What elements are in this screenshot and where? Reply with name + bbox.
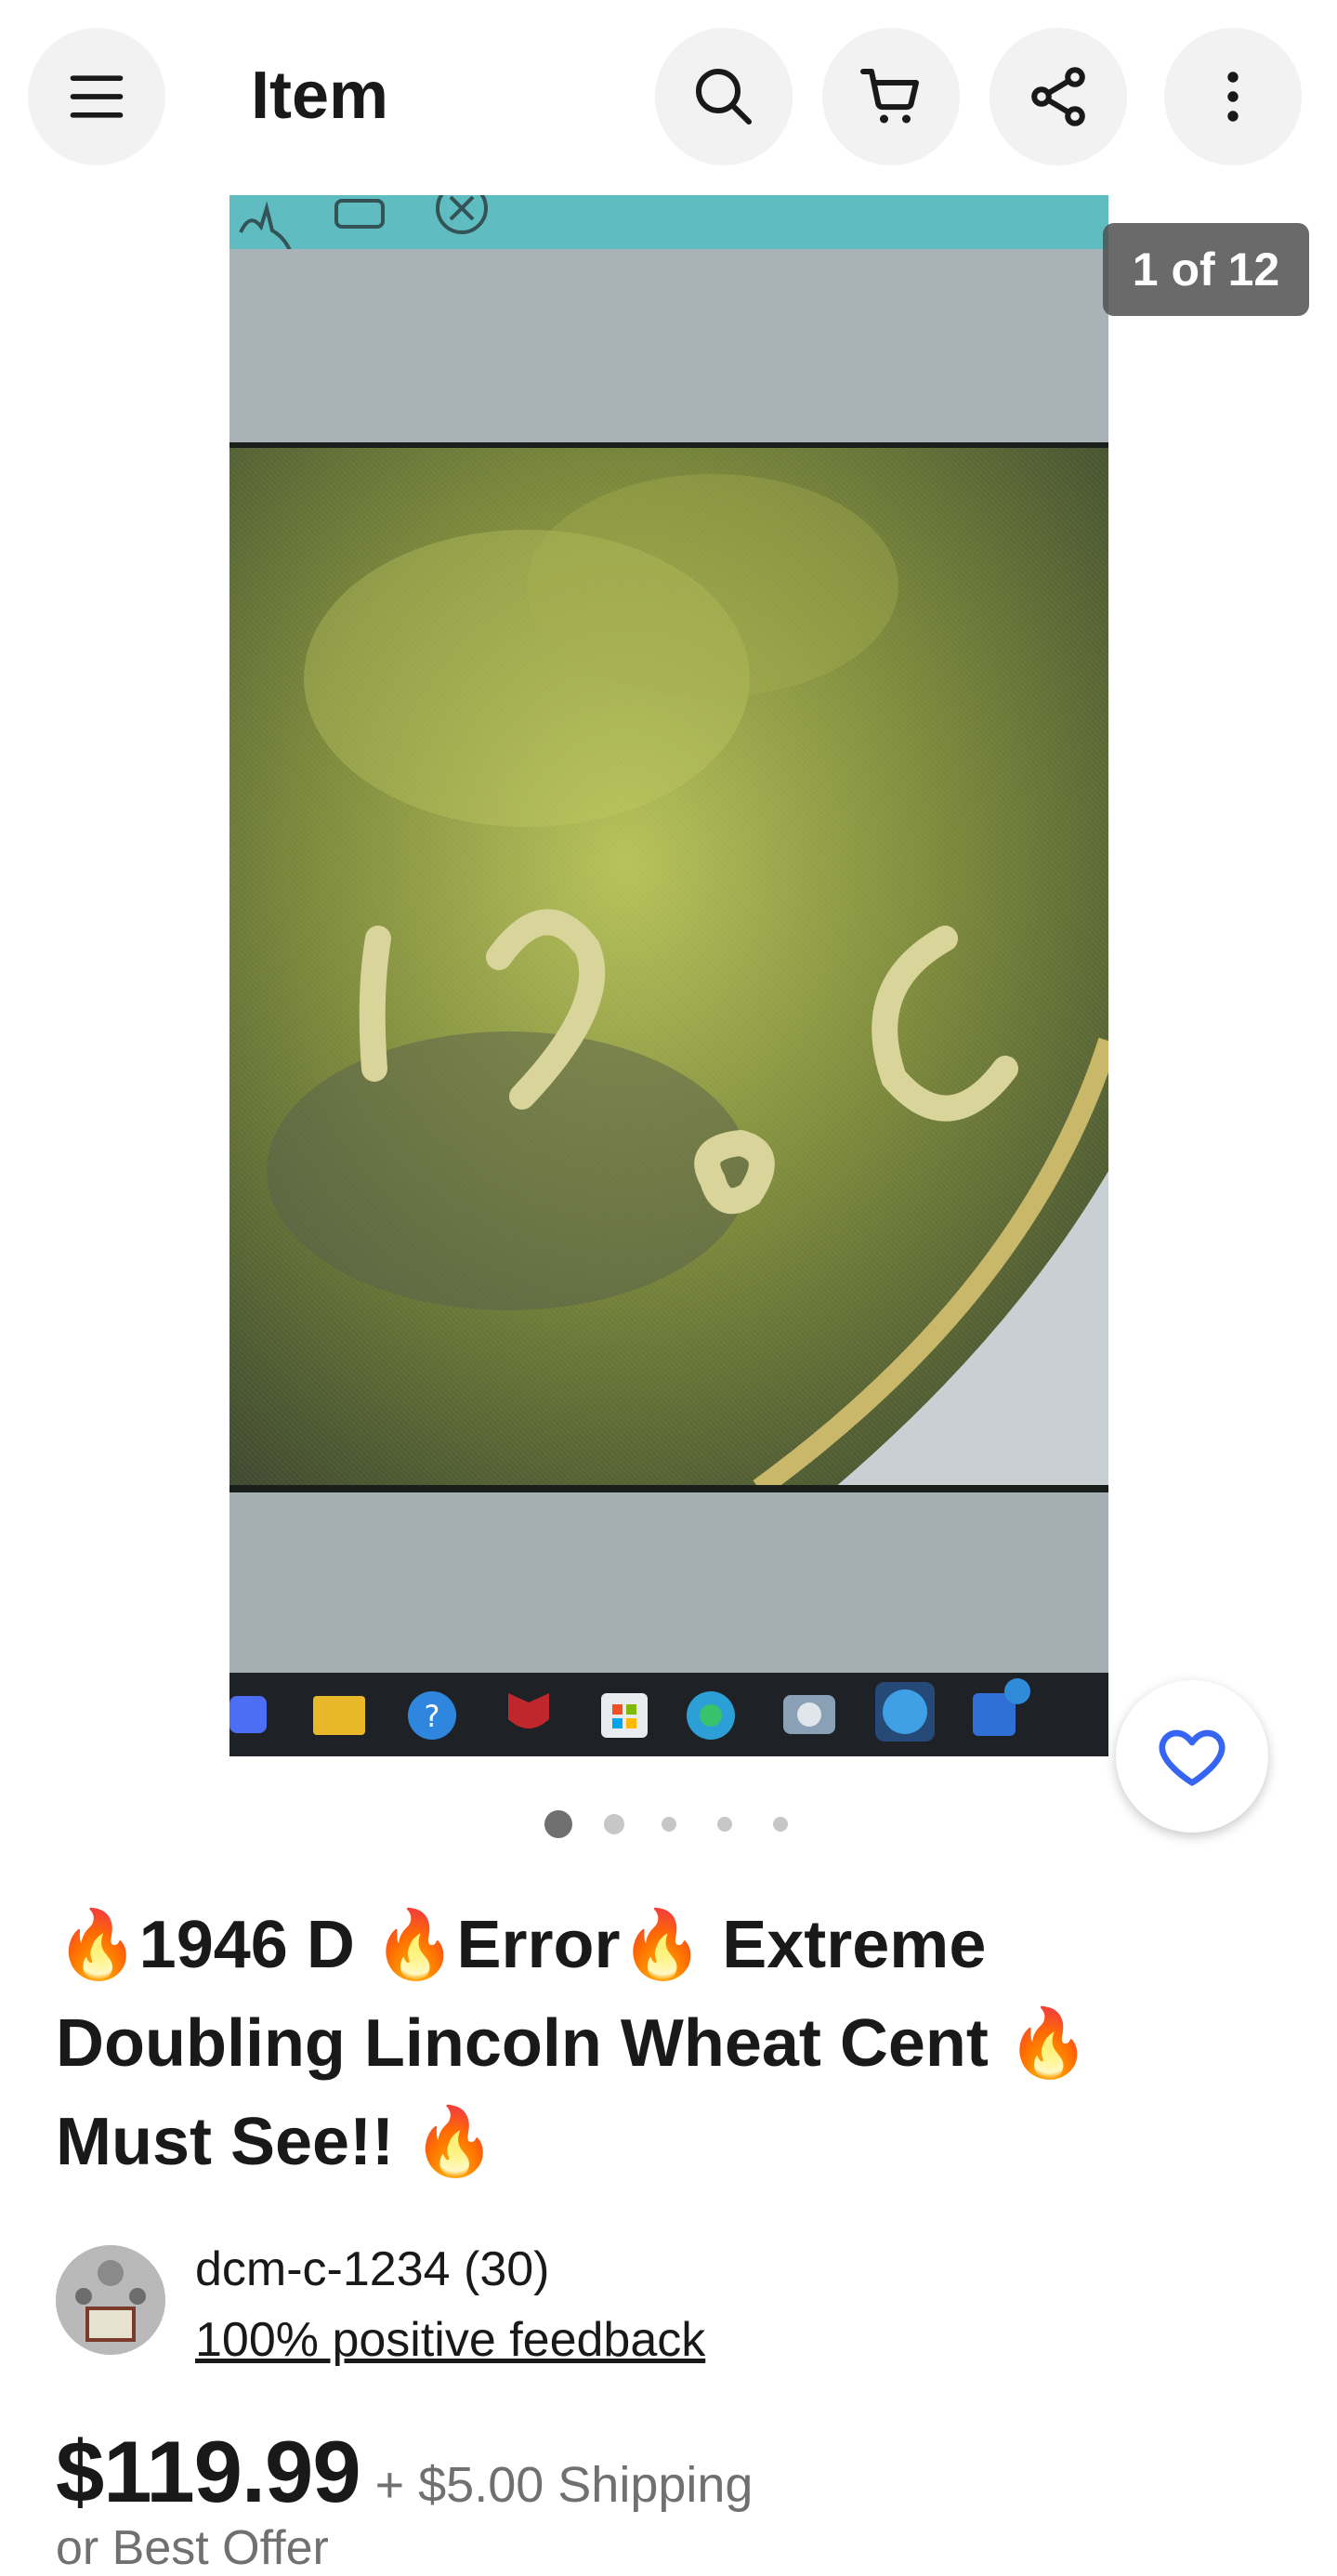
seller-feedback-link[interactable]: 100% positive feedback [195, 2312, 705, 2368]
listing-title: 🔥1946 D 🔥Error🔥 Extreme Doubling Lincoln… [56, 1908, 1091, 2179]
pagination-dot[interactable] [717, 1817, 732, 1832]
cart-button[interactable] [822, 28, 960, 165]
menu-icon [70, 75, 124, 118]
cart-icon [860, 69, 919, 124]
best-offer-label: or Best Offer [56, 2521, 329, 2575]
pagination-dot[interactable] [773, 1817, 788, 1832]
top-app-bar: Item [0, 0, 1337, 195]
image-counter-badge: 1 of 12 [1103, 223, 1309, 316]
pagination-dot-active[interactable] [544, 1810, 572, 1838]
item-price: $119.99 [56, 2423, 361, 2520]
more-options-button[interactable] [1164, 28, 1302, 165]
share-icon [1031, 67, 1085, 126]
more-vertical-icon [1227, 72, 1239, 122]
gallery-pagination [0, 1810, 1337, 1838]
pagination-dot[interactable] [662, 1817, 676, 1832]
page-title: Item [251, 59, 389, 133]
search-button[interactable] [655, 28, 793, 165]
listing-photo[interactable]: ? [229, 195, 1108, 1756]
pagination-dot[interactable] [604, 1814, 624, 1834]
menu-button[interactable] [28, 28, 165, 165]
seller-avatar-image [56, 2245, 165, 2355]
seller-avatar[interactable] [56, 2245, 165, 2355]
search-icon [696, 69, 752, 125]
coin-photo-image: ? [229, 195, 1108, 1756]
shipping-cost: + $5.00 Shipping [374, 2457, 754, 2513]
svg-text:?: ? [425, 1699, 440, 1734]
seller-name[interactable]: dcm-c-1234 (30) [195, 2241, 549, 2297]
price-row: $119.99 + $5.00 Shipping [56, 2422, 753, 2522]
share-button[interactable] [990, 28, 1127, 165]
heart-icon [1159, 1729, 1226, 1786]
